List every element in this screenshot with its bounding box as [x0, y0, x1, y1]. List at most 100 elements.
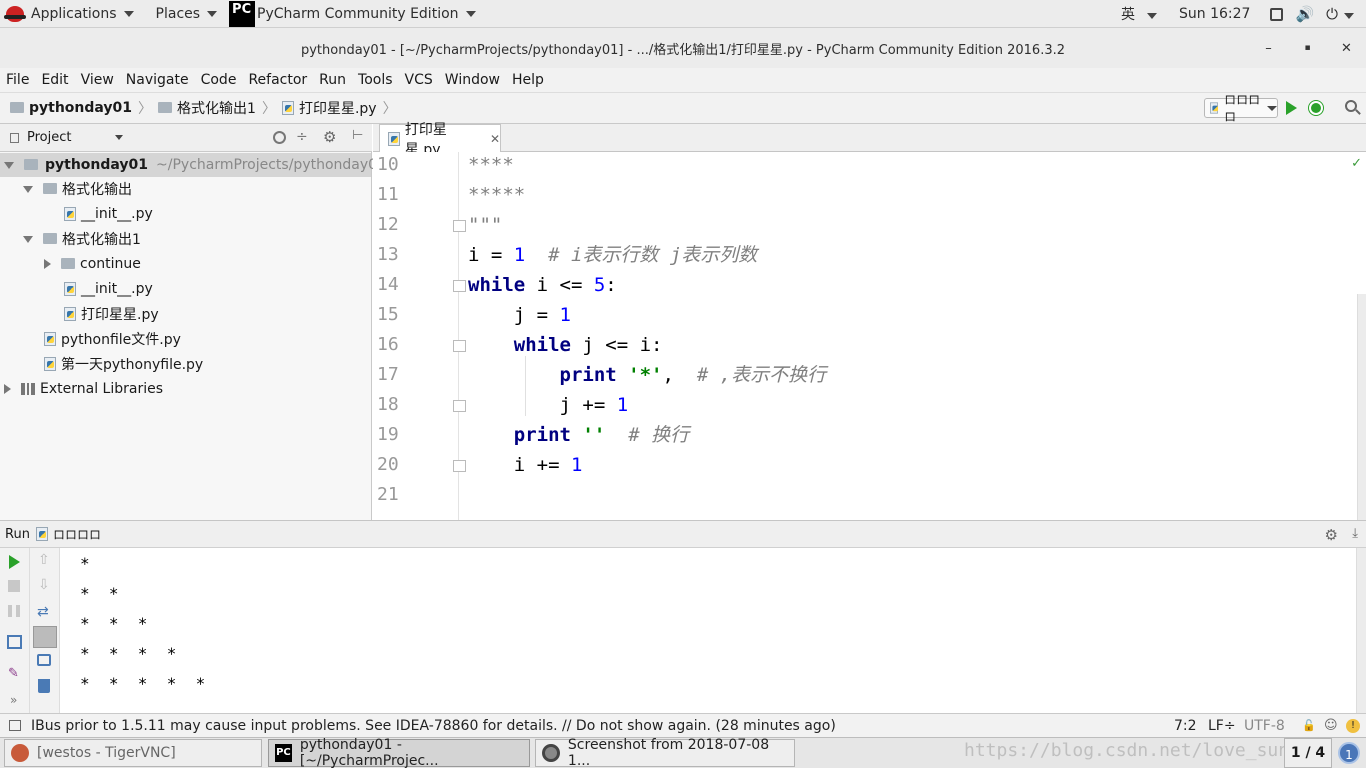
app-menu[interactable]: PC PyCharm Community Edition [225, 0, 483, 28]
power-icon[interactable]: ⏻ [1326, 5, 1360, 23]
soft-wrap-icon[interactable]: ⇄ [37, 604, 49, 620]
caret-position[interactable]: 7:2 [1174, 718, 1197, 734]
menu-edit[interactable]: Edit [35, 72, 74, 88]
output-line: * * * * * [80, 674, 206, 693]
menu-navigate[interactable]: Navigate [120, 72, 195, 88]
volume-icon[interactable]: 🔊 [1295, 5, 1314, 23]
tree-node-file[interactable]: __init__.py [64, 202, 153, 226]
folder-icon [158, 101, 173, 113]
fold-marker-icon[interactable] [453, 340, 466, 352]
hide-panel-icon[interactable]: ⊢ [352, 128, 363, 143]
tree-node-project-root[interactable]: pythonday01 ~/PycharmProjects/pythonday0… [4, 153, 386, 177]
menu-file[interactable]: File [0, 72, 35, 88]
console-scrollbar[interactable] [1356, 548, 1366, 713]
fold-marker-icon[interactable] [453, 280, 466, 292]
minimize-button[interactable]: – [1249, 41, 1288, 56]
breadcrumb-file[interactable]: 打印星星.py [299, 98, 377, 118]
workspace-switcher[interactable]: 1 / 4 [1284, 738, 1332, 768]
collapse-all-icon[interactable]: ÷ [296, 129, 308, 145]
pause-button[interactable] [8, 605, 20, 617]
tree-node-file[interactable]: __init__.py [64, 277, 153, 301]
tree-node-file[interactable]: 第一天pythonyfile.py [44, 352, 203, 376]
menu-window[interactable]: Window [439, 72, 506, 88]
restore-layout-icon[interactable] [7, 635, 22, 649]
trash-icon[interactable] [38, 679, 50, 693]
lock-icon[interactable]: 🔓 [1302, 719, 1316, 732]
chevron-down-icon[interactable] [115, 135, 124, 140]
applications-menu[interactable]: Applications [0, 0, 142, 28]
fold-marker-icon[interactable] [453, 460, 466, 472]
run-panel-header: Run ロロロロ ⚙ ⤓ [0, 520, 1366, 548]
stop-button[interactable] [8, 580, 20, 592]
event-log-icon[interactable]: ! [1346, 718, 1360, 733]
project-view-select[interactable]: Project [27, 130, 71, 145]
places-menu[interactable]: Places [148, 0, 226, 28]
chevron-down-icon [465, 10, 476, 17]
menu-vcs[interactable]: VCS [399, 72, 439, 88]
run-config-label[interactable]: ロロロロ [53, 526, 101, 543]
more-actions-icon[interactable]: » [10, 693, 17, 707]
editor-tab[interactable]: 打印星星.py ✕ [379, 122, 501, 158]
code-line-11: ***** [468, 184, 526, 206]
window-titlebar: pythonday01 - [~/PycharmProjects/pythond… [0, 28, 1366, 68]
close-icon[interactable]: ✕ [490, 132, 500, 146]
python-file-icon [64, 282, 76, 296]
run-configuration-select[interactable]: ロロロロ [1204, 93, 1278, 124]
python-file-icon [44, 357, 56, 371]
line-separator[interactable]: LF÷ [1208, 718, 1236, 734]
window-controls: – ▪ ✕ [1249, 28, 1366, 68]
rerun-button[interactable] [9, 555, 20, 569]
app-menu-label: PyCharm Community Edition [257, 5, 459, 22]
fold-marker-icon[interactable] [453, 220, 466, 232]
close-button[interactable]: ✕ [1327, 41, 1366, 56]
taskbar-item-tigervnc[interactable]: [westos - TigerVNC] [4, 739, 262, 767]
run-output-console[interactable]: * * * * * * * * * * * * * * * [60, 548, 1356, 713]
inspection-ok-icon[interactable]: ✓ [1351, 156, 1362, 171]
taskbar-item-pycharm[interactable]: PC pythonday01 - [~/PycharmProjec... [268, 737, 530, 769]
arrow-up-icon[interactable]: ⇧ [38, 552, 50, 568]
menu-help[interactable]: Help [506, 72, 550, 88]
menu-tools[interactable]: Tools [352, 72, 399, 88]
tree-node-file[interactable]: pythonfile文件.py [44, 327, 181, 351]
run-button[interactable] [1286, 101, 1297, 115]
tree-node-folder[interactable]: 格式化输出1 [23, 227, 141, 251]
fold-marker-icon[interactable] [453, 400, 466, 412]
scroll-from-source-icon[interactable] [273, 131, 286, 144]
print-icon[interactable] [37, 654, 51, 666]
menu-refactor[interactable]: Refactor [242, 72, 313, 88]
hide-panel-icon[interactable]: ⤓ [1352, 526, 1358, 541]
output-line: * * [80, 584, 119, 603]
scroll-to-end-toggle[interactable] [33, 626, 57, 648]
editor-scrollbar[interactable] [1357, 294, 1366, 520]
inspector-icon[interactable]: ☺ [1324, 718, 1338, 733]
folder-icon [10, 101, 24, 113]
gear-icon[interactable]: ⚙ [323, 128, 336, 146]
line-number: 16 [377, 334, 399, 355]
notification-badge[interactable]: 1 [1338, 742, 1360, 764]
tree-node-external-libraries[interactable]: External Libraries [4, 377, 163, 401]
clock[interactable]: Sun 16:27 [1179, 6, 1250, 22]
tree-node-folder[interactable]: 格式化输出 [23, 177, 132, 201]
code-editor[interactable]: 10 11 12 13 14 15 16 17 18 19 20 21 ****… [373, 152, 1366, 520]
tree-node-file[interactable]: 打印星星.py [64, 302, 159, 326]
menu-run[interactable]: Run [313, 72, 352, 88]
screen-icon[interactable] [1270, 7, 1284, 21]
debug-bug-icon[interactable] [1309, 101, 1323, 115]
maximize-button[interactable]: ▪ [1288, 43, 1327, 53]
menu-code[interactable]: Code [195, 72, 243, 88]
breadcrumb-folder[interactable]: 格式化输出1 [177, 98, 256, 118]
status-message[interactable]: IBus prior to 1.5.11 may cause input pro… [31, 718, 836, 734]
line-number: 12 [377, 214, 399, 235]
input-method-indicator[interactable]: 英 [1115, 4, 1163, 24]
arrow-down-icon[interactable]: ⇩ [38, 577, 50, 593]
taskbar-item-screenshot[interactable]: Screenshot from 2018-07-08 1... [535, 737, 795, 769]
breadcrumb-project[interactable]: pythonday01 [29, 100, 132, 116]
run-panel-label: Run [5, 526, 30, 542]
pin-tab-icon[interactable]: ✎ [8, 666, 19, 681]
tree-node-folder[interactable]: continue [44, 252, 141, 276]
file-encoding[interactable]: UTF-8 [1244, 718, 1285, 734]
gear-icon[interactable]: ⚙ [1325, 526, 1338, 544]
toggle-tool-windows-icon[interactable] [9, 720, 21, 731]
menu-view[interactable]: View [75, 72, 120, 88]
folder-icon [24, 158, 38, 170]
